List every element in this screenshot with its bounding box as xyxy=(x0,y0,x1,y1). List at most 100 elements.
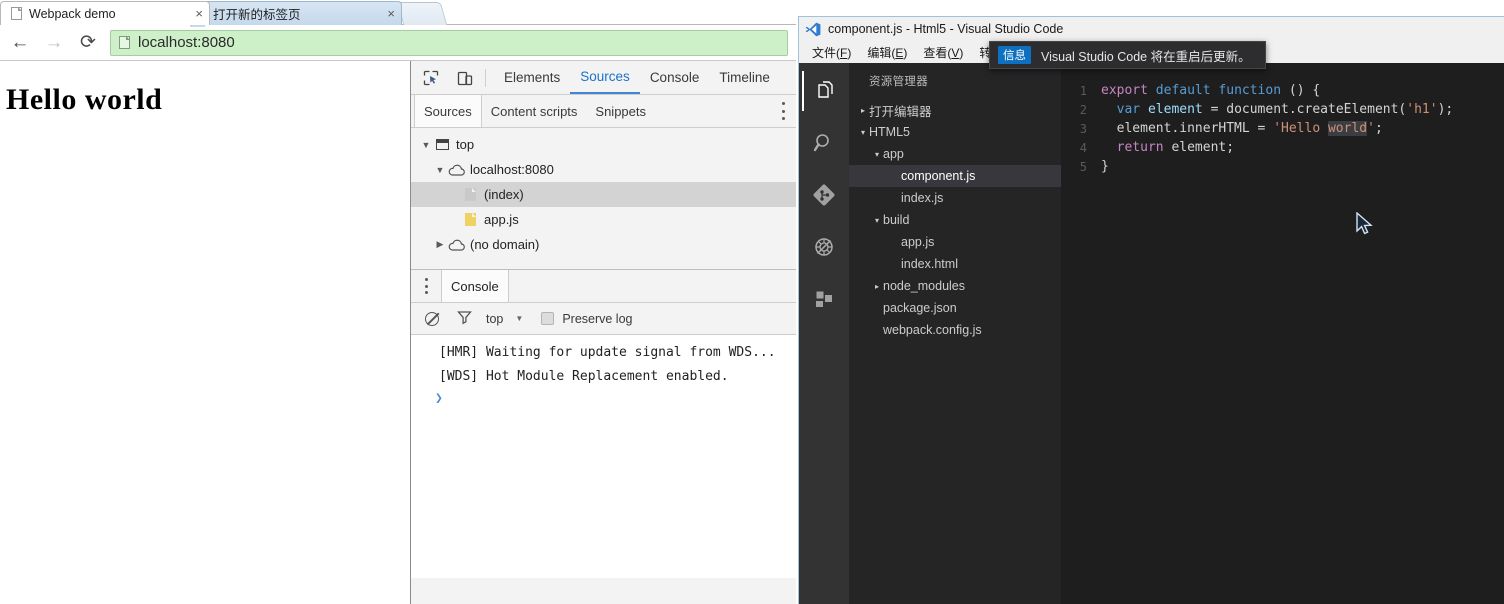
tree-row-no-domain[interactable]: ▶ (no domain) xyxy=(411,232,796,257)
device-toolbar-icon[interactable] xyxy=(451,65,479,91)
vscode-title-bar: component.js - Html5 - Visual Studio Cod… xyxy=(799,17,1504,41)
menu-file[interactable]: 文件(F) xyxy=(805,42,858,63)
console-drawer-header: Console xyxy=(411,270,796,303)
code-line: 1 export default function () { xyxy=(1061,81,1504,100)
explorer-row-build[interactable]: ▾ build xyxy=(849,209,1061,231)
new-tab-button[interactable] xyxy=(396,2,448,25)
vscode-window: component.js - Html5 - Visual Studio Cod… xyxy=(798,16,1504,604)
explorer-row-componentjs[interactable]: component.js xyxy=(849,165,1061,187)
tree-row-label: (index) xyxy=(484,187,524,202)
devtools-tab-console[interactable]: Console xyxy=(640,61,710,94)
tree-row-label: app.js xyxy=(484,212,519,227)
chrome-browser-window: Webpack demo × 打开新的标签页 × ← → ⟳ localhost… xyxy=(0,0,796,604)
tree-row-localhost[interactable]: ▼ localhost:8080 xyxy=(411,157,796,182)
browser-tab-new-tab-page[interactable]: 打开新的标签页 × xyxy=(202,1,402,25)
menu-view[interactable]: 查看(V) xyxy=(916,42,970,63)
explorer-row-label: app xyxy=(883,147,904,161)
explorer-row-label: build xyxy=(883,213,910,227)
page-heading: Hello world xyxy=(6,83,163,116)
chevron-down-icon[interactable]: ▼ xyxy=(433,165,447,175)
devtools-panel: Elements Sources Console Timeline Source… xyxy=(410,61,796,604)
explorer-row-indexhtml[interactable]: index.html xyxy=(849,253,1061,275)
explorer-row-node-modules[interactable]: ▸ node_modules xyxy=(849,275,1061,297)
more-options-icon[interactable] xyxy=(425,278,429,294)
browser-tab-label: Webpack demo xyxy=(29,6,116,21)
debug-icon[interactable] xyxy=(802,227,846,267)
frame-icon xyxy=(433,139,451,150)
tree-row-label: top xyxy=(456,137,475,152)
chevron-right-icon[interactable]: ▸ xyxy=(857,106,869,115)
browser-tab-webpack-demo[interactable]: Webpack demo × xyxy=(0,1,210,25)
explorer-row-open-editors[interactable]: ▸ 打开编辑器 xyxy=(849,99,1061,121)
sources-subtab-bar: Sources Content scripts Snippets xyxy=(411,95,796,128)
inspect-element-icon[interactable] xyxy=(417,65,445,91)
vscode-title-text: component.js - Html5 - Visual Studio Cod… xyxy=(828,22,1064,36)
line-number: 1 xyxy=(1079,83,1087,98)
chevron-right-icon[interactable]: ▸ xyxy=(871,282,883,291)
chevron-down-icon[interactable]: ▼ xyxy=(419,140,433,150)
explorer-row-packagejson[interactable]: package.json xyxy=(849,297,1061,319)
forward-icon[interactable]: → xyxy=(40,29,68,57)
address-bar-text: localhost:8080 xyxy=(138,34,235,51)
devtools-tab-elements[interactable]: Elements xyxy=(494,61,570,94)
reload-icon[interactable]: ⟳ xyxy=(74,29,102,57)
explorer-title: 资源管理器 xyxy=(869,76,928,88)
console-output: [HMR] Waiting for update signal from WDS… xyxy=(411,335,796,578)
explorer-row-build-appjs[interactable]: app.js xyxy=(849,231,1061,253)
close-icon[interactable]: × xyxy=(375,7,395,20)
preserve-log-label[interactable]: Preserve log xyxy=(562,312,632,326)
extensions-icon[interactable] xyxy=(802,279,846,319)
devtools-tab-timeline[interactable]: Timeline xyxy=(709,61,780,94)
source-control-icon[interactable] xyxy=(802,175,846,215)
console-prompt[interactable]: ❯ xyxy=(411,389,796,406)
chevron-down-icon[interactable]: ▾ xyxy=(871,150,883,159)
explorer-row-app[interactable]: ▾ app xyxy=(849,143,1061,165)
console-context-selector[interactable]: top xyxy=(486,312,503,326)
back-icon[interactable]: ← xyxy=(6,29,34,57)
explorer-row-label: HTML5 xyxy=(869,125,910,139)
sources-subtab-sources[interactable]: Sources xyxy=(414,95,482,127)
explorer-row-label: 打开编辑器 xyxy=(869,104,932,119)
browser-tab-strip: Webpack demo × 打开新的标签页 × xyxy=(0,0,796,25)
tree-row-index[interactable]: (index) xyxy=(411,182,796,207)
line-number: 5 xyxy=(1079,159,1087,174)
console-message: [WDS] Hot Module Replacement enabled. xyxy=(439,369,729,384)
tree-row-top[interactable]: ▼ top xyxy=(411,132,796,157)
preserve-log-checkbox[interactable] xyxy=(541,312,555,325)
notification-badge: 信息 xyxy=(998,46,1031,64)
explorer-icon[interactable] xyxy=(802,71,846,111)
code-line-text: var element = document.createElement('h1… xyxy=(1116,102,1454,117)
explorer-row-webpackconfig[interactable]: webpack.config.js xyxy=(849,319,1061,341)
menu-edit[interactable]: 编辑(E) xyxy=(860,42,914,63)
page-viewport: Hello world xyxy=(0,61,410,604)
devtools-tab-sources[interactable]: Sources xyxy=(570,61,640,94)
filter-icon[interactable] xyxy=(457,310,472,328)
vscode-editor[interactable]: 1 export default function () { 2 var ele… xyxy=(1061,63,1504,604)
clear-console-icon[interactable] xyxy=(425,311,439,326)
chevron-down-icon[interactable]: ▾ xyxy=(871,216,883,225)
chevron-down-icon[interactable]: ▾ xyxy=(857,128,869,137)
page-info-icon[interactable] xyxy=(119,36,130,49)
screen: Webpack demo × 打开新的标签页 × ← → ⟳ localhost… xyxy=(0,0,1504,604)
vscode-notification[interactable]: 信息 Visual Studio Code 将在重启后更新。 xyxy=(989,41,1266,69)
drawer-tab-console[interactable]: Console xyxy=(441,270,509,302)
file-icon xyxy=(461,188,479,201)
close-icon[interactable]: × xyxy=(183,7,203,20)
vscode-activity-bar xyxy=(799,63,849,604)
line-number: 2 xyxy=(1079,102,1087,117)
page-icon xyxy=(11,7,22,20)
sources-file-tree: ▼ top ▼ localhost:8080 (index) app.js ▶ … xyxy=(411,128,796,270)
chevron-right-icon[interactable]: ▶ xyxy=(433,239,447,250)
address-bar[interactable]: localhost:8080 xyxy=(110,29,788,56)
search-icon[interactable] xyxy=(802,123,846,163)
chevron-down-icon[interactable]: ▼ xyxy=(515,314,523,323)
vscode-explorer-sidebar: 资源管理器 ▸ 打开编辑器 ▾ HTML5 ▾ app component.js xyxy=(849,63,1061,604)
notification-text: Visual Studio Code 将在重启后更新。 xyxy=(1041,49,1251,64)
tree-row-appjs[interactable]: app.js xyxy=(411,207,796,232)
browser-tab-label: 打开新的标签页 xyxy=(213,8,301,22)
explorer-row-indexjs[interactable]: index.js xyxy=(849,187,1061,209)
sources-subtab-snippets[interactable]: Snippets xyxy=(586,95,655,127)
sources-subtab-content-scripts[interactable]: Content scripts xyxy=(482,95,587,127)
explorer-row-html5[interactable]: ▾ HTML5 xyxy=(849,121,1061,143)
more-options-icon[interactable] xyxy=(782,102,786,120)
